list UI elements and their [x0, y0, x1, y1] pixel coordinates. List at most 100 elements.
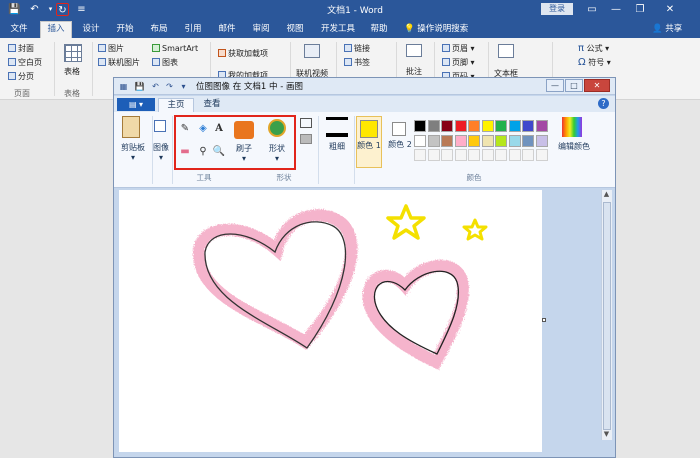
fill-icon[interactable]: ◈: [196, 122, 210, 136]
footer-button[interactable]: 页脚 ▾: [442, 57, 475, 68]
tell-me-search[interactable]: 💡 操作说明搜索: [404, 22, 514, 36]
link-button[interactable]: 链接: [344, 43, 370, 54]
palette-swatch[interactable]: [481, 120, 494, 132]
palette-swatch[interactable]: [427, 120, 440, 132]
header-button[interactable]: 页眉 ▾: [442, 43, 475, 54]
comment-label[interactable]: 批注: [406, 66, 422, 77]
comment-icon[interactable]: [406, 44, 422, 57]
palette-swatch[interactable]: [522, 120, 534, 132]
palette-swatch[interactable]: [468, 149, 480, 161]
edit-colors-icon[interactable]: [562, 117, 582, 137]
equation-button[interactable]: π 公式 ▾: [578, 43, 609, 54]
palette-swatch[interactable]: [414, 134, 426, 147]
pictures-button[interactable]: 图片: [98, 43, 124, 54]
tab-developer[interactable]: 开发工具: [316, 22, 360, 36]
palette-swatch[interactable]: [441, 149, 453, 161]
drawing-canvas[interactable]: [119, 190, 542, 452]
edit-colors-label[interactable]: 编辑颜色: [554, 141, 594, 152]
scroll-down-icon[interactable]: ▼: [602, 430, 611, 439]
magnifier-icon[interactable]: 🔍: [212, 145, 226, 159]
palette-swatch[interactable]: [454, 134, 467, 147]
size-label[interactable]: 粗细: [326, 142, 348, 152]
palette-swatch[interactable]: [535, 134, 548, 147]
paint-save-icon[interactable]: 💾: [134, 81, 145, 92]
page-break-button[interactable]: 分页: [8, 71, 34, 82]
chevron-down-icon[interactable]: ▾: [116, 153, 150, 162]
palette-swatch[interactable]: [535, 149, 548, 161]
tab-home-paint[interactable]: 主页: [158, 98, 194, 112]
paint-maximize-icon[interactable]: □: [565, 79, 583, 92]
vertical-scrollbar[interactable]: ▲ ▼: [601, 190, 612, 440]
palette-swatch[interactable]: [468, 134, 480, 147]
image-select-icon[interactable]: [154, 120, 166, 132]
chevron-down-icon[interactable]: ▾: [232, 154, 256, 163]
cover-page-button[interactable]: 封面: [8, 43, 34, 54]
palette-swatch[interactable]: [481, 149, 494, 161]
clipboard-label[interactable]: 剪贴板: [116, 142, 150, 153]
share-button[interactable]: 👤 共享: [652, 22, 698, 36]
palette-swatch[interactable]: [495, 134, 507, 147]
tab-layout[interactable]: 布局: [146, 22, 172, 36]
chevron-down-icon[interactable]: ▾: [150, 153, 172, 162]
shapes-icon[interactable]: [268, 119, 286, 137]
palette-swatch[interactable]: [508, 134, 521, 147]
tab-file[interactable]: 文件: [6, 22, 32, 36]
palette-swatch[interactable]: [508, 120, 521, 132]
paint-redo-icon[interactable]: ↷: [164, 81, 175, 92]
undo-icon[interactable]: ↶: [28, 3, 41, 16]
minimize-icon[interactable]: —: [606, 3, 626, 16]
tab-view[interactable]: 视图: [282, 22, 308, 36]
palette-swatch[interactable]: [535, 120, 548, 132]
fill-style-icon[interactable]: [300, 134, 312, 144]
palette-swatch[interactable]: [441, 134, 453, 147]
scrollbar-thumb[interactable]: [603, 202, 611, 430]
pencil-icon[interactable]: ✎: [178, 122, 192, 136]
paint-minimize-icon[interactable]: —: [546, 79, 564, 92]
color2-button[interactable]: 颜色 2: [388, 116, 414, 168]
save-icon[interactable]: 💾: [8, 3, 21, 16]
color1-button[interactable]: 颜色 1: [356, 116, 382, 168]
paint-close-icon[interactable]: ✕: [584, 79, 610, 92]
tab-insert[interactable]: 插入: [40, 21, 72, 38]
shapes-label[interactable]: 形状: [264, 143, 290, 154]
chart-button[interactable]: 图表: [152, 57, 178, 68]
table-button-label[interactable]: 表格: [64, 66, 80, 77]
outline-icon[interactable]: [300, 118, 312, 128]
close-icon[interactable]: ✕: [660, 3, 680, 16]
tab-references[interactable]: 引用: [180, 22, 206, 36]
tab-view-paint[interactable]: 查看: [196, 98, 228, 112]
image-label[interactable]: 图像: [150, 142, 172, 153]
palette-swatch[interactable]: [522, 149, 534, 161]
symbol-button[interactable]: Ω 符号 ▾: [578, 57, 611, 68]
ribbon-display-options-icon[interactable]: ▭: [582, 3, 602, 16]
chevron-down-icon[interactable]: ▾: [264, 154, 290, 163]
palette-swatch[interactable]: [522, 134, 534, 147]
paint-qat-dropdown-icon[interactable]: ▾: [178, 81, 189, 92]
blank-page-button[interactable]: 空白页: [8, 57, 42, 68]
palette-swatch[interactable]: [495, 149, 507, 161]
eraser-icon[interactable]: ▬: [178, 145, 192, 159]
clipboard-icon[interactable]: [122, 116, 140, 138]
paint-file-menu-button[interactable]: ▤ ▾: [117, 98, 155, 111]
size-lines-icon[interactable]: [326, 117, 348, 137]
restore-icon[interactable]: ❐: [630, 3, 650, 16]
palette-swatch[interactable]: [454, 120, 467, 132]
online-video-icon[interactable]: [304, 44, 320, 58]
login-button[interactable]: 登录: [541, 3, 573, 15]
scroll-up-icon[interactable]: ▲: [602, 190, 611, 199]
table-icon[interactable]: [64, 44, 82, 62]
tab-review[interactable]: 审阅: [248, 22, 274, 36]
bookmark-button[interactable]: 书签: [344, 57, 370, 68]
tab-design[interactable]: 设计: [78, 22, 104, 36]
smartart-button[interactable]: SmartArt: [152, 43, 198, 54]
brushes-icon[interactable]: [234, 121, 254, 139]
tab-mailings[interactable]: 邮件: [214, 22, 240, 36]
palette-swatch[interactable]: [441, 120, 453, 132]
canvas-resize-handle[interactable]: [542, 318, 546, 322]
text-icon[interactable]: A: [212, 122, 226, 136]
online-pictures-button[interactable]: 联机图片: [98, 57, 140, 68]
palette-swatch[interactable]: [427, 149, 440, 161]
palette-swatch[interactable]: [468, 120, 480, 132]
palette-swatch[interactable]: [481, 134, 494, 147]
palette-swatch[interactable]: [508, 149, 521, 161]
